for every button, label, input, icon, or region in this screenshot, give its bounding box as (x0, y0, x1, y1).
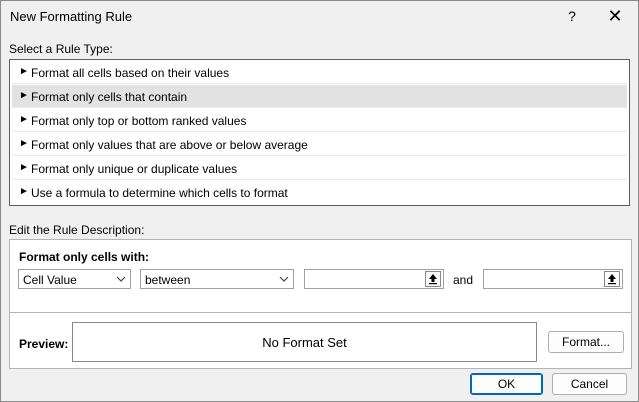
format-only-cells-with-label: Format only cells with: (19, 250, 150, 264)
preview-box: No Format Set (72, 322, 537, 362)
chevron-down-icon (116, 276, 126, 282)
condition-area: Format only cells with: Cell Value betwe… (10, 240, 631, 313)
rule-item-cells-that-contain[interactable]: ► Format only cells that contain (12, 85, 627, 108)
cancel-button[interactable]: Cancel (552, 373, 627, 395)
range-select-icon (429, 274, 437, 285)
title-bar: New Formatting Rule ? ✕ (1, 1, 638, 31)
ok-button[interactable]: OK (470, 373, 543, 395)
rule-type-label: Select a Rule Type: (9, 42, 113, 56)
help-button[interactable]: ? (561, 5, 583, 27)
rule-item-label: Use a formula to determine which cells t… (31, 186, 288, 200)
rule-item-label: Format only cells that contain (31, 90, 188, 104)
arrow-icon: ► (19, 138, 29, 149)
rule-item-formula[interactable]: ► Use a formula to determine which cells… (12, 181, 627, 204)
rule-type-label-text: Select a Rule Type: (9, 42, 113, 56)
rule-item-label: Format only unique or duplicate values (31, 162, 238, 176)
condition-type-value: Cell Value (23, 273, 77, 287)
collapse-dialog-button-1[interactable] (425, 271, 441, 287)
operator-value: between (145, 273, 191, 287)
rule-item-unique-duplicate[interactable]: ► Format only unique or duplicate values (12, 157, 627, 180)
range-select-icon (608, 274, 616, 285)
rule-item-all-cells[interactable]: ► Format all cells based on their values (12, 61, 627, 84)
arrow-icon: ► (19, 90, 29, 101)
rule-description-label: Edit the Rule Description: (9, 223, 144, 237)
rule-item-label: Format all cells based on their values (31, 66, 230, 80)
arrow-icon: ► (19, 186, 29, 197)
arrow-icon: ► (19, 114, 29, 125)
value2-input[interactable] (483, 269, 623, 289)
preview-label: Preview: (19, 337, 69, 351)
rule-type-list: ► Format all cells based on their values… (9, 59, 630, 206)
condition-type-select[interactable]: Cell Value (18, 269, 131, 289)
collapse-dialog-button-2[interactable] (604, 271, 620, 287)
operator-select[interactable]: between (140, 269, 294, 289)
rule-item-above-below-average[interactable]: ► Format only values that are above or b… (12, 133, 627, 156)
close-button[interactable]: ✕ (602, 5, 628, 27)
chevron-down-icon (279, 276, 289, 282)
and-label: and (453, 273, 474, 287)
rule-item-label: Format only values that are above or bel… (31, 138, 308, 152)
arrow-icon: ► (19, 162, 29, 173)
rule-description-panel: Format only cells with: Cell Value betwe… (9, 239, 632, 369)
rule-item-label: Format only top or bottom ranked values (31, 114, 247, 128)
preview-text: No Format Set (262, 335, 347, 350)
new-formatting-rule-dialog: New Formatting Rule ? ✕ Select a Rule Ty… (0, 0, 639, 402)
dialog-title: New Formatting Rule (10, 9, 133, 24)
rule-description-label-text: Edit the Rule Description: (9, 223, 145, 237)
arrow-icon: ► (19, 66, 29, 77)
value1-input[interactable] (304, 269, 444, 289)
rule-item-top-bottom[interactable]: ► Format only top or bottom ranked value… (12, 109, 627, 132)
format-button[interactable]: Format... (548, 331, 624, 353)
